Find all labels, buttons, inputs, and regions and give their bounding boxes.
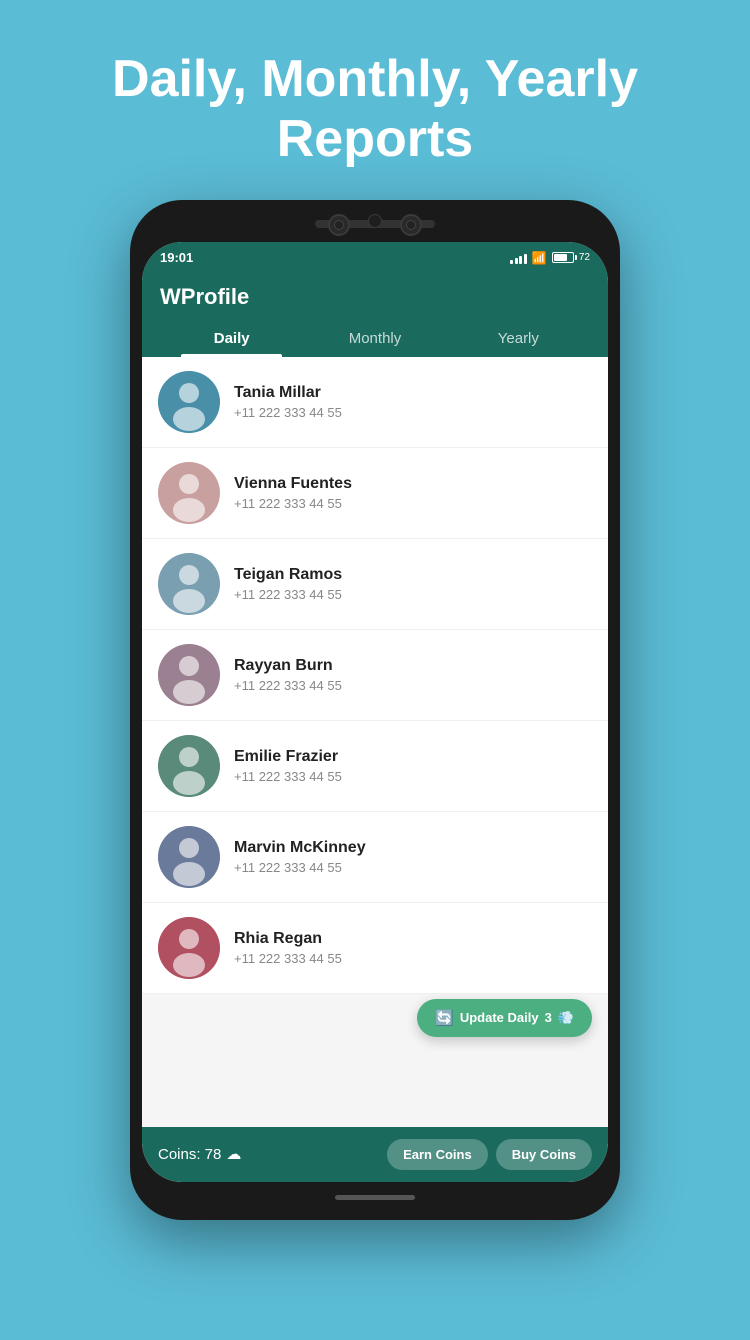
app-title: WProfile xyxy=(160,284,590,310)
contact-phone: +11 222 333 44 55 xyxy=(234,769,592,784)
signal-bar-4 xyxy=(524,254,527,264)
contact-name: Rhia Regan xyxy=(234,930,592,948)
tab-daily[interactable]: Daily xyxy=(160,320,303,357)
list-item[interactable]: Emilie Frazier +11 222 333 44 55 xyxy=(142,721,608,812)
tab-yearly[interactable]: Yearly xyxy=(447,320,590,357)
list-item[interactable]: Teigan Ramos +11 222 333 44 55 xyxy=(142,539,608,630)
avatar xyxy=(158,371,220,433)
avatar xyxy=(158,826,220,888)
camera-lens-left xyxy=(334,220,344,230)
list-item[interactable]: Marvin McKinney +11 222 333 44 55 xyxy=(142,812,608,903)
contact-name: Teigan Ramos xyxy=(234,566,592,584)
contact-info: Emilie Frazier +11 222 333 44 55 xyxy=(234,748,592,784)
battery-icon: 72 xyxy=(552,252,590,263)
phone-cameras xyxy=(328,214,422,236)
phone-screen: 19:01 📶 72 WProfile xyxy=(142,242,608,1182)
status-bar: 19:01 📶 72 xyxy=(142,242,608,274)
avatar xyxy=(158,735,220,797)
avatar xyxy=(158,553,220,615)
contact-info: Teigan Ramos +11 222 333 44 55 xyxy=(234,566,592,602)
contact-name: Vienna Fuentes xyxy=(234,475,592,493)
coins-icon: ☁ xyxy=(226,1145,241,1163)
home-indicator xyxy=(335,1195,415,1200)
update-cloud-icon: 💨 xyxy=(558,1010,574,1026)
phone-bottom-bar xyxy=(142,1188,608,1208)
signal-icon xyxy=(510,252,527,264)
contact-phone: +11 222 333 44 55 xyxy=(234,678,592,693)
camera-right xyxy=(400,214,422,236)
camera-left xyxy=(328,214,350,236)
coins-label: Coins: 78 xyxy=(158,1146,221,1163)
status-time: 19:01 xyxy=(160,250,193,265)
bottom-buttons: Earn Coins Buy Coins xyxy=(387,1139,592,1170)
buy-coins-button[interactable]: Buy Coins xyxy=(496,1139,592,1170)
camera-lens-right xyxy=(406,220,416,230)
tab-monthly[interactable]: Monthly xyxy=(303,320,446,357)
contact-info: Rayyan Burn +11 222 333 44 55 xyxy=(234,657,592,693)
avatar xyxy=(158,462,220,524)
list-item[interactable]: Tania Millar +11 222 333 44 55 xyxy=(142,357,608,448)
update-daily-label: Update Daily xyxy=(460,1010,539,1025)
list-item[interactable]: Vienna Fuentes +11 222 333 44 55 xyxy=(142,448,608,539)
battery-body xyxy=(552,252,574,263)
tabs-container: Daily Monthly Yearly xyxy=(160,320,590,357)
phone-mockup: 19:01 📶 72 WProfile xyxy=(130,200,620,1220)
contact-name: Marvin McKinney xyxy=(234,839,592,857)
update-daily-button[interactable]: 🔄 Update Daily 3 💨 xyxy=(417,999,592,1037)
signal-bar-3 xyxy=(519,256,522,264)
contact-name: Emilie Frazier xyxy=(234,748,592,766)
contact-info: Tania Millar +11 222 333 44 55 xyxy=(234,384,592,420)
contact-name: Rayyan Burn xyxy=(234,657,592,675)
signal-bar-1 xyxy=(510,260,513,264)
update-count: 3 xyxy=(545,1010,552,1025)
contact-phone: +11 222 333 44 55 xyxy=(234,587,592,602)
page-title: Daily, Monthly, Yearly Reports xyxy=(0,50,750,170)
bottom-bar: Coins: 78 ☁ Earn Coins Buy Coins xyxy=(142,1127,608,1182)
contact-info: Rhia Regan +11 222 333 44 55 xyxy=(234,930,592,966)
contact-info: Marvin McKinney +11 222 333 44 55 xyxy=(234,839,592,875)
coins-info: Coins: 78 ☁ xyxy=(158,1145,241,1163)
contact-info: Vienna Fuentes +11 222 333 44 55 xyxy=(234,475,592,511)
contact-phone: +11 222 333 44 55 xyxy=(234,860,592,875)
contact-phone: +11 222 333 44 55 xyxy=(234,951,592,966)
signal-bar-2 xyxy=(515,258,518,264)
contacts-list[interactable]: Tania Millar +11 222 333 44 55 Vienna Fue… xyxy=(142,357,608,1127)
battery-percent: 72 xyxy=(579,252,590,263)
contact-phone: +11 222 333 44 55 xyxy=(234,405,592,420)
list-item[interactable]: Rayyan Burn +11 222 333 44 55 xyxy=(142,630,608,721)
earn-coins-button[interactable]: Earn Coins xyxy=(387,1139,488,1170)
battery-fill xyxy=(554,254,567,261)
phone-top-bar xyxy=(142,212,608,240)
contact-name: Tania Millar xyxy=(234,384,592,402)
contact-phone: +11 222 333 44 55 xyxy=(234,496,592,511)
app-toolbar: WProfile Daily Monthly Yearly xyxy=(142,274,608,357)
refresh-icon: 🔄 xyxy=(435,1009,454,1027)
wifi-icon: 📶 xyxy=(532,251,547,265)
status-icons: 📶 72 xyxy=(510,251,590,265)
list-item[interactable]: Rhia Regan +11 222 333 44 55 xyxy=(142,903,608,994)
avatar xyxy=(158,644,220,706)
avatar xyxy=(158,917,220,979)
battery-tip xyxy=(575,255,577,260)
camera-center xyxy=(368,214,382,228)
